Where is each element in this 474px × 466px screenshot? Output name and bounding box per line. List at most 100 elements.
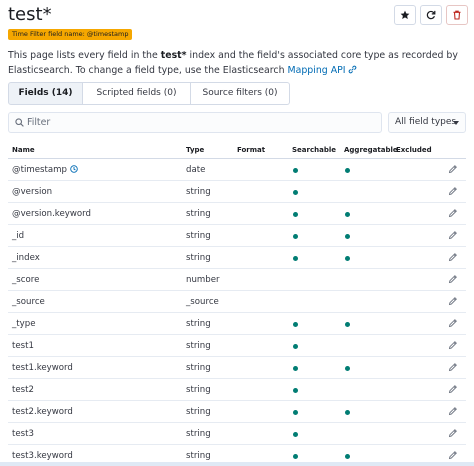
column-type[interactable]: Type [186, 146, 204, 154]
field-name-text: test1 [12, 341, 34, 351]
field-name-text: _source [12, 297, 45, 307]
edit-field-button[interactable] [448, 340, 460, 352]
table-row: test2.keyword string [8, 401, 466, 423]
field-name-text: test2 [12, 385, 34, 395]
field-name: test3 [12, 429, 34, 439]
field-type: string [186, 209, 211, 219]
edit-field-button[interactable] [448, 450, 460, 462]
filter-box [8, 112, 382, 133]
table-row: test3 string [8, 423, 466, 445]
pencil-icon [448, 429, 457, 438]
field-name-text: _score [12, 275, 40, 285]
description-text-1: This page lists every field in the [8, 50, 161, 61]
pencil-icon [448, 165, 457, 174]
searchable-dot-icon [293, 410, 298, 415]
field-name: _source [12, 297, 45, 307]
pencil-icon [448, 297, 457, 306]
trash-icon [453, 10, 461, 20]
column-format[interactable]: Format [237, 146, 265, 154]
pencil-icon [448, 231, 457, 240]
tab-scripted-fields[interactable]: Scripted fields (0) [83, 82, 191, 105]
title-row: test* [8, 4, 468, 28]
field-type: number [186, 275, 220, 285]
pencil-icon [448, 363, 457, 372]
table-header: Name Type Format Searchable Aggregatable… [8, 141, 466, 159]
field-name: _type [12, 319, 36, 329]
edit-field-button[interactable] [448, 384, 460, 396]
field-type: string [186, 429, 211, 439]
edit-field-button[interactable] [448, 406, 460, 418]
field-type: string [186, 385, 211, 395]
delete-button[interactable] [446, 5, 468, 25]
aggregatable-dot-icon [345, 168, 350, 173]
fields-table: Name Type Format Searchable Aggregatable… [8, 141, 466, 466]
field-name: _id [12, 231, 24, 241]
column-searchable[interactable]: Searchable [292, 146, 336, 154]
bottom-scroll-edge [0, 462, 474, 466]
table-row: @version.keyword string [8, 203, 466, 225]
field-name-text: test2.keyword [12, 407, 73, 417]
searchable-dot-icon [293, 168, 298, 173]
page-description: This page lists every field in the test*… [8, 48, 468, 78]
table-row: test2 string [8, 379, 466, 401]
edit-field-button[interactable] [448, 428, 460, 440]
field-name: @timestamp [12, 165, 78, 175]
field-name-text: @version [12, 187, 53, 197]
search-icon [15, 118, 24, 127]
pencil-icon [448, 407, 457, 416]
edit-field-button[interactable] [448, 274, 460, 286]
refresh-button[interactable] [420, 5, 442, 25]
pencil-icon [448, 451, 457, 460]
edit-field-button[interactable] [448, 318, 460, 330]
star-icon [400, 10, 410, 19]
field-name: _score [12, 275, 39, 285]
table-row: _index string [8, 247, 466, 269]
column-name[interactable]: Name [12, 146, 35, 154]
pencil-icon [448, 341, 457, 350]
field-type: _source [186, 297, 219, 307]
field-type-select-label: All field types [395, 117, 457, 127]
field-name-text: @timestamp [12, 165, 67, 175]
field-name-text: test3.keyword [12, 451, 73, 461]
field-name-text: test3 [12, 429, 34, 439]
title-actions [394, 5, 468, 25]
field-name-text: _id [12, 231, 25, 241]
edit-field-button[interactable] [448, 208, 460, 220]
aggregatable-dot-icon [345, 454, 350, 459]
edit-field-button[interactable] [448, 164, 460, 176]
filter-input[interactable] [27, 113, 377, 132]
searchable-dot-icon [293, 344, 298, 349]
field-name: test1 [12, 341, 34, 351]
refresh-icon [426, 10, 436, 20]
description-index-name: test* [160, 50, 187, 61]
field-type-select[interactable]: All field types [388, 112, 466, 133]
edit-field-button[interactable] [448, 186, 460, 198]
field-type: string [186, 363, 211, 373]
edit-field-button[interactable] [448, 362, 460, 374]
mapping-api-link[interactable]: Mapping API [288, 65, 357, 76]
pencil-icon [448, 253, 457, 262]
field-name: test2 [12, 385, 34, 395]
field-type: string [186, 407, 211, 417]
table-row: @timestamp date [8, 159, 466, 181]
edit-field-button[interactable] [448, 296, 460, 308]
table-row: _source _source [8, 291, 466, 313]
tab-fields[interactable]: Fields (14) [8, 82, 83, 105]
tab-source-filters[interactable]: Source filters (0) [191, 82, 290, 105]
column-excluded[interactable]: Excluded [396, 146, 432, 154]
field-type: date [186, 165, 206, 175]
column-aggregatable[interactable]: Aggregatable [344, 146, 398, 154]
aggregatable-dot-icon [345, 234, 350, 239]
edit-field-button[interactable] [448, 252, 460, 264]
field-type: string [186, 451, 211, 461]
index-tabs: Fields (14) Scripted fields (0) Source f… [8, 82, 290, 105]
chevron-down-icon [453, 121, 459, 125]
edit-field-button[interactable] [448, 230, 460, 242]
aggregatable-dot-icon [345, 212, 350, 217]
field-name: test1.keyword [12, 363, 73, 373]
favorite-button[interactable] [394, 5, 416, 25]
searchable-dot-icon [293, 366, 298, 371]
pencil-icon [448, 187, 457, 196]
mapping-api-link-label: Mapping API [287, 65, 346, 76]
pencil-icon [448, 275, 457, 284]
